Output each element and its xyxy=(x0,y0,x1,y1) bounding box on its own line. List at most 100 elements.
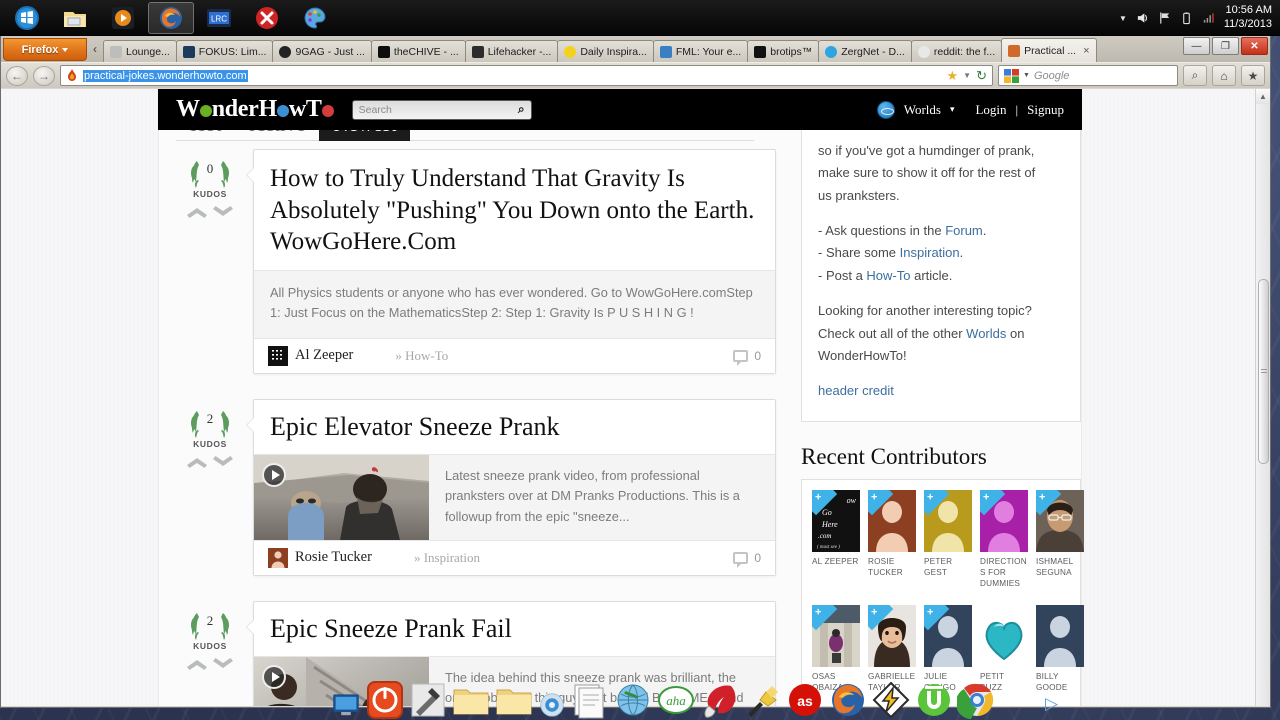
browser-tab[interactable]: FML: Your e... xyxy=(652,40,749,62)
firefox-menu-button[interactable]: Firefox xyxy=(3,38,87,61)
browser-tab[interactable]: theCHIVE - ... xyxy=(370,40,466,62)
explorer-icon[interactable] xyxy=(52,2,98,34)
browser-search-bar[interactable]: ▼ Google xyxy=(998,65,1178,86)
upvote-icon[interactable] xyxy=(185,203,209,221)
avatar[interactable] xyxy=(924,489,972,552)
flag-icon[interactable] xyxy=(1158,11,1171,25)
post-comments[interactable]: 0 xyxy=(733,551,761,568)
contributor[interactable]: GABRIELLE TAYLOR xyxy=(868,604,916,693)
header-credit-link[interactable]: header credit xyxy=(818,383,894,398)
browser-tab[interactable]: Daily Inspira... xyxy=(557,40,654,62)
login-link[interactable]: Login xyxy=(975,102,1006,118)
contributor[interactable]: ow Go Here .com ( must see ) AL ZEEPER xyxy=(812,489,860,589)
downvote-icon[interactable] xyxy=(211,453,235,471)
signup-link[interactable]: Signup xyxy=(1027,102,1064,118)
browser-tab[interactable]: Lifehacker -... xyxy=(464,40,559,62)
chevron-down-icon[interactable]: ▾ xyxy=(950,104,955,115)
back-button[interactable]: ← xyxy=(6,65,28,86)
volume-icon[interactable] xyxy=(1136,11,1149,25)
paint-icon[interactable] xyxy=(292,2,338,34)
chevron-down-icon[interactable]: ▼ xyxy=(963,71,971,80)
upvote-icon[interactable] xyxy=(185,655,209,673)
avatar[interactable]: ow Go Here .com ( must see ) xyxy=(812,489,860,552)
search-icon[interactable]: ⌕ xyxy=(518,102,525,117)
contributor[interactable]: PETER GEST xyxy=(924,489,972,589)
contributor[interactable]: OSAS OBAIZA xyxy=(812,604,860,693)
tab-scroll-left-button[interactable]: ‹ xyxy=(87,42,103,56)
signal-icon[interactable] xyxy=(1202,11,1215,25)
avatar[interactable] xyxy=(924,604,972,667)
avatar[interactable] xyxy=(812,604,860,667)
post-author[interactable]: Rosie Tucker xyxy=(295,549,372,566)
scrollbar-thumb[interactable] xyxy=(1258,279,1269,464)
browser-tab[interactable]: brotips™ xyxy=(747,40,820,62)
contributor[interactable]: PETIT BUZZ xyxy=(980,604,1028,693)
page-scrollbar[interactable]: ▲ xyxy=(1255,89,1270,706)
wonderhowto-logo[interactable]: WnderH wT xyxy=(176,96,334,123)
avatar[interactable] xyxy=(980,489,1028,552)
avatar[interactable] xyxy=(268,547,288,568)
post-author[interactable]: Al Zeeper xyxy=(295,347,353,364)
media-player-icon[interactable] xyxy=(100,2,146,34)
post-title[interactable]: How to Truly Understand That Gravity Is … xyxy=(254,150,775,270)
browser-tab[interactable]: FOKUS: Lim... xyxy=(175,40,274,62)
site-search-input[interactable]: Search ⌕ xyxy=(351,99,532,120)
dock-expand-arrow[interactable]: ▷ xyxy=(1045,694,1058,714)
address-bar[interactable]: practical-jokes.wonderhowto.com ★ ▼ ↻ xyxy=(60,65,993,86)
play-button-icon[interactable] xyxy=(262,462,286,487)
scroll-up-arrow[interactable]: ▲ xyxy=(1256,89,1270,104)
post-category[interactable]: » How-To xyxy=(395,348,448,364)
browser-tab[interactable]: 9GAG - Just ... xyxy=(272,40,372,62)
bookmarks-button[interactable]: ★ xyxy=(1241,65,1265,86)
close-x-icon[interactable] xyxy=(244,2,290,34)
battery-icon[interactable] xyxy=(1180,11,1193,25)
search-engine-caret[interactable]: ▼ xyxy=(1023,72,1030,79)
maximize-button[interactable]: ❐ xyxy=(1212,37,1239,55)
avatar[interactable] xyxy=(980,604,1028,667)
close-window-button[interactable]: ✕ xyxy=(1241,37,1268,55)
close-icon[interactable]: × xyxy=(1083,45,1089,57)
post-title[interactable]: Epic Sneeze Prank Fail xyxy=(254,602,775,656)
minimize-button[interactable]: — xyxy=(1183,37,1210,55)
upvote-icon[interactable] xyxy=(185,453,209,471)
chevron-up-icon[interactable]: ▼ xyxy=(1119,14,1127,23)
firefox-icon[interactable] xyxy=(148,1,194,34)
browser-tab[interactable]: reddit: the f... xyxy=(910,40,1003,62)
reload-icon[interactable]: ↻ xyxy=(976,68,987,84)
browser-tab-strip: Firefox ‹ Lounge... FOKUS: Lim... 9GAG -… xyxy=(1,36,1270,62)
bookmark-star-icon[interactable]: ★ xyxy=(947,68,959,84)
post-title[interactable]: Epic Elevator Sneeze Prank xyxy=(254,400,775,454)
contributor[interactable]: DIRECTIONS FOR DUMMIES xyxy=(980,489,1028,589)
contributor[interactable]: ISHMAEL SEGUNA xyxy=(1036,489,1084,589)
play-button-icon[interactable] xyxy=(262,664,286,689)
post-thumbnail[interactable] xyxy=(254,454,429,540)
worlds-link[interactable]: Worlds xyxy=(966,326,1006,341)
avatar[interactable] xyxy=(868,604,916,667)
howto-link[interactable]: How-To xyxy=(866,268,910,283)
forum-link[interactable]: Forum xyxy=(945,223,983,238)
system-clock[interactable]: 10:56 AM 11/3/2013 xyxy=(1224,4,1272,32)
avatar[interactable] xyxy=(1036,604,1084,667)
worlds-menu[interactable]: Worlds xyxy=(904,102,941,118)
logo-part1: nderH xyxy=(211,96,277,122)
browser-tab[interactable]: Lounge... xyxy=(103,40,177,62)
post-thumbnail[interactable] xyxy=(254,656,429,706)
lrc-icon[interactable]: LRC xyxy=(196,2,242,34)
contributor[interactable]: JULIE CONGO xyxy=(924,604,972,693)
contributor[interactable]: ROSIE TUCKER xyxy=(868,489,916,589)
browser-tab[interactable]: ZergNet - D... xyxy=(818,40,912,62)
search-icon[interactable]: ⌕ xyxy=(1183,65,1207,86)
browser-tab-active[interactable]: Practical ... × xyxy=(1001,38,1097,62)
post-comments[interactable]: 0 xyxy=(733,349,761,366)
home-button[interactable]: ⌂ xyxy=(1212,65,1236,86)
downvote-icon[interactable] xyxy=(211,655,235,673)
forward-button[interactable]: → xyxy=(33,65,55,86)
contributor[interactable]: BILLY GOODE xyxy=(1036,604,1084,693)
avatar[interactable] xyxy=(268,345,288,366)
post-category[interactable]: » Inspiration xyxy=(414,550,480,566)
downvote-icon[interactable] xyxy=(211,203,235,221)
start-orb-icon[interactable] xyxy=(4,2,50,34)
inspiration-link[interactable]: Inspiration xyxy=(900,245,960,260)
avatar[interactable] xyxy=(1036,489,1084,552)
avatar[interactable] xyxy=(868,489,916,552)
